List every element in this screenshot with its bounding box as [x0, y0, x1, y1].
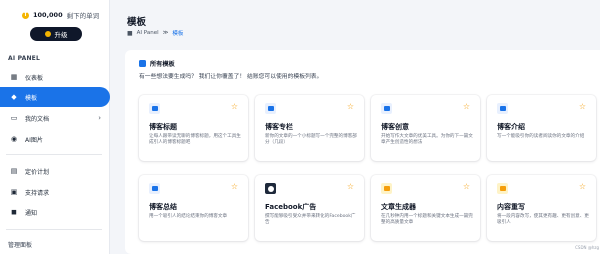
- template-card-description: 写一个能吸引你的读者阅读你的文章的介绍: [497, 134, 585, 139]
- template-card[interactable]: ☆ 博客创意开始写作大文章的优美工具。为你的下一篇文章产生创造性的想法: [371, 95, 480, 161]
- sidebar-item-pricing[interactable]: ▤ 定价计划: [0, 161, 110, 181]
- notification-icon: ◼: [11, 208, 17, 216]
- sidebar-item-label: AI图片: [25, 136, 43, 144]
- sidebar: T 100,000 剩下的单词 升级 AI PANEL ▦ 仪表板 ◆ 模板 ▭…: [0, 0, 110, 254]
- panel-title: 所有模板: [150, 61, 175, 68]
- template-card[interactable]: ☆ 博客标题让每人跟带读无聊的博客标题，用这个工具生成引人的博客标题吧: [139, 95, 248, 161]
- chat-icon: [497, 103, 508, 114]
- template-card-title: 博客创意: [381, 123, 409, 131]
- crown-icon: [44, 31, 51, 37]
- sidebar-item-ai-images[interactable]: ◉ AI图片: [0, 129, 110, 149]
- template-card-title: 内容重写: [497, 203, 525, 211]
- facebook-icon: [265, 183, 276, 194]
- favorite-star-icon[interactable]: ☆: [347, 102, 354, 111]
- document-icon: [381, 183, 392, 194]
- main-content: 模板 ■ AI Panel ≫ 模板 所有模板 有一些想法要生成吗？ 我们让你覆…: [110, 0, 600, 254]
- sidebar-item-label: 我的文档: [25, 115, 50, 123]
- sidebar-item-label: 模板: [25, 94, 38, 102]
- template-card[interactable]: ☆ 内容重写将一段内容改写，使其更有趣、更有创意、更吸引人: [487, 175, 596, 241]
- breadcrumb-current: 模板: [172, 31, 184, 37]
- template-icon: ◆: [11, 93, 17, 101]
- favorite-star-icon[interactable]: ☆: [579, 102, 586, 111]
- template-card[interactable]: ☆ 博客总结用一个吸引人的结论结束你的博客文章: [139, 175, 248, 241]
- chevron-right-icon: ›: [98, 114, 101, 122]
- sidebar-item-dashboard[interactable]: ▦ 仪表板: [0, 67, 110, 87]
- templates-icon: [139, 60, 146, 67]
- sidebar-item-support[interactable]: ▣ 支持请求: [0, 182, 110, 202]
- templates-panel: 所有模板 有一些想法要生成吗？ 我们让你覆盖了！ 结账您可以使用的模板列表。 ☆…: [125, 50, 600, 254]
- template-card[interactable]: ☆ 博客专栏新你的文章的一个小标题写一个完整的博客部分（几段）: [255, 95, 364, 161]
- breadcrumb: ■ AI Panel ≫ 模板: [127, 29, 184, 38]
- template-card-description: 将一段内容改写，使其更有趣、更有创意、更吸引人: [497, 214, 589, 226]
- sidebar-item-label: 支持请求: [25, 189, 50, 197]
- template-card-description: 让每人跟带读无聊的博客标题，用这个工具生成引人的博客标题吧: [149, 134, 241, 146]
- favorite-star-icon[interactable]: ☆: [579, 182, 586, 191]
- favorite-star-icon[interactable]: ☆: [347, 182, 354, 191]
- sidebar-divider: [6, 229, 102, 230]
- template-card[interactable]: ☆ 博客介绍写一个能吸引你的读者阅读你的文章的介绍: [487, 95, 596, 161]
- support-icon: ▣: [10, 188, 18, 196]
- upgrade-label: 升级: [54, 31, 68, 39]
- template-card[interactable]: ☆ 文章生成器在几秒钟内用一个标题和关键文本生成一篇完整的高质量文章: [371, 175, 480, 241]
- template-card-description: 撰写能够吸引受众并带来转化的Facebook广告: [265, 214, 356, 226]
- favorite-star-icon[interactable]: ☆: [231, 182, 238, 191]
- template-card-description: 开始写作大文章的优美工具。为你的下一篇文章产生创造性的想法: [381, 134, 473, 146]
- template-card-title: 博客介绍: [497, 123, 525, 131]
- template-card-title: 文章生成器: [381, 203, 416, 211]
- credits-indicator: T 100,000 剩下的单词: [22, 10, 99, 20]
- sidebar-section-title: AI PANEL: [8, 55, 40, 62]
- sidebar-item-documents[interactable]: ▭ 我的文档 ›: [0, 108, 110, 128]
- upgrade-button[interactable]: 升级: [30, 27, 82, 41]
- sidebar-item-templates[interactable]: ◆ 模板: [0, 87, 110, 107]
- sidebar-item-label: 定价计划: [25, 168, 50, 176]
- credits-value: 100,000: [33, 11, 63, 19]
- watermark: CSDN @hzg: [575, 245, 599, 250]
- panel-header: 所有模板: [139, 59, 175, 68]
- template-card[interactable]: ☆ Facebook广告撰写能够吸引受众并带来转化的Facebook广告: [255, 175, 364, 241]
- sidebar-item-label: 通知: [25, 209, 38, 217]
- template-card-title: 博客总结: [149, 203, 177, 211]
- coin-icon: T: [22, 11, 29, 19]
- chat-icon: [265, 103, 276, 114]
- sidebar-item-label: 仪表板: [25, 74, 44, 82]
- pricing-icon: ▤: [10, 167, 18, 175]
- template-card-title: 博客标题: [149, 123, 177, 131]
- folder-icon: ▭: [10, 114, 18, 122]
- panel-subtitle: 有一些想法要生成吗？ 我们让你覆盖了！ 结账您可以使用的模板列表。: [139, 74, 323, 80]
- template-card-description: 新你的文章的一个小标题写一个完整的博客部分（几段）: [265, 134, 357, 146]
- template-card-description: 用一个吸引人的结论结束你的博客文章: [149, 214, 228, 219]
- template-card-description: 在几秒钟内用一个标题和关键文本生成一篇完整的高质量文章: [381, 214, 473, 226]
- monitor-icon: [149, 183, 160, 194]
- breadcrumb-root[interactable]: AI Panel: [137, 30, 159, 36]
- favorite-star-icon[interactable]: ☆: [463, 182, 470, 191]
- image-icon: ◉: [10, 135, 18, 143]
- breadcrumb-separator: ≫: [162, 30, 169, 36]
- admin-panel-label[interactable]: 管理面板: [8, 240, 32, 249]
- template-card-title: Facebook广告: [265, 203, 317, 211]
- chat-icon: [149, 103, 160, 114]
- home-icon: ■: [127, 29, 133, 37]
- credits-label: 剩下的单词: [66, 12, 100, 20]
- sidebar-divider: [6, 154, 102, 155]
- page-title: 模板: [127, 17, 147, 28]
- template-card-title: 博客专栏: [265, 123, 293, 131]
- edit-icon: [497, 183, 508, 194]
- sidebar-item-notifications[interactable]: ◼ 通知: [0, 202, 110, 222]
- favorite-star-icon[interactable]: ☆: [231, 102, 238, 111]
- chat-icon: [381, 103, 392, 114]
- favorite-star-icon[interactable]: ☆: [463, 102, 470, 111]
- dashboard-icon: ▦: [10, 73, 18, 81]
